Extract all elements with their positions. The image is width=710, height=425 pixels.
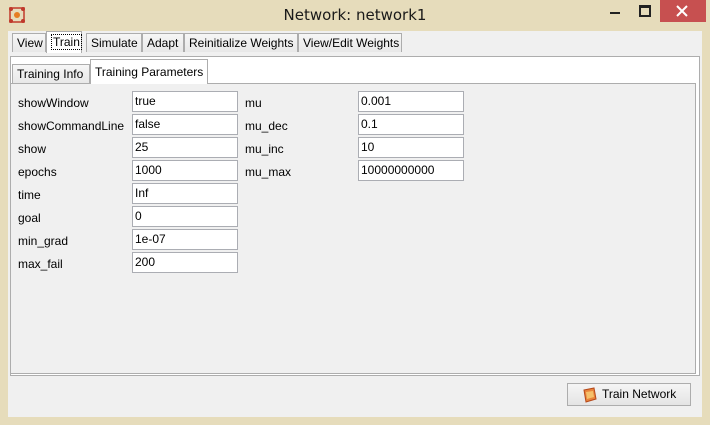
- param-label: mu_max: [245, 165, 292, 179]
- main-content: View Train Simulate Adapt Reinitialize W…: [8, 31, 702, 417]
- param-input-goal[interactable]: 0: [132, 206, 238, 227]
- tab-train[interactable]: Train: [46, 31, 82, 53]
- param-input-mu[interactable]: 0.001: [358, 91, 464, 112]
- param-label: max_fail: [18, 257, 63, 271]
- param-label: show: [18, 142, 47, 156]
- tab-simulate[interactable]: Simulate: [86, 33, 142, 52]
- param-label: showCommandLine: [18, 119, 125, 133]
- param-input-mu-dec[interactable]: 0.1: [358, 114, 464, 135]
- tab-adapt[interactable]: Adapt: [142, 33, 184, 52]
- param-label: min_grad: [18, 234, 69, 248]
- tab-reinitialize-weights[interactable]: Reinitialize Weights: [184, 33, 298, 52]
- tab-view[interactable]: View: [12, 33, 46, 52]
- param-label: mu_dec: [245, 119, 288, 133]
- param-input-mu-inc[interactable]: 10: [358, 137, 464, 158]
- param-label: epochs: [18, 165, 57, 179]
- window: Network: network1 View Train Simulate Ad…: [0, 0, 710, 425]
- param-label: showWindow: [18, 96, 89, 110]
- param-input-showWindow[interactable]: true: [132, 91, 238, 112]
- tab-view-edit-weights[interactable]: View/Edit Weights: [298, 33, 402, 52]
- close-icon: [676, 5, 688, 17]
- param-label: time: [18, 188, 41, 202]
- minimize-icon[interactable]: [600, 0, 630, 22]
- train-network-label: Train Network: [602, 387, 677, 401]
- param-input-time[interactable]: Inf: [132, 183, 238, 204]
- training-parameters-panel: showWindow true showCommandLine false sh…: [10, 83, 696, 374]
- param-input-min-grad[interactable]: 1e-07: [132, 229, 238, 250]
- param-input-max-fail[interactable]: 200: [132, 252, 238, 273]
- train-network-icon: [583, 387, 597, 403]
- param-input-epochs[interactable]: 1000: [132, 160, 238, 181]
- param-label: mu: [245, 96, 262, 110]
- tab-training-info[interactable]: Training Info: [12, 64, 90, 83]
- param-input-show[interactable]: 25: [132, 137, 238, 158]
- title-bar[interactable]: Network: network1: [0, 0, 710, 31]
- param-label: mu_inc: [245, 142, 284, 156]
- param-input-showCommandLine[interactable]: false: [132, 114, 238, 135]
- param-input-mu-max[interactable]: 10000000000: [358, 160, 464, 181]
- maximize-icon[interactable]: [630, 0, 660, 22]
- close-button[interactable]: [660, 0, 706, 22]
- tab-training-parameters[interactable]: Training Parameters: [90, 59, 208, 84]
- param-label: goal: [18, 211, 41, 225]
- train-network-button[interactable]: Train Network: [567, 383, 691, 406]
